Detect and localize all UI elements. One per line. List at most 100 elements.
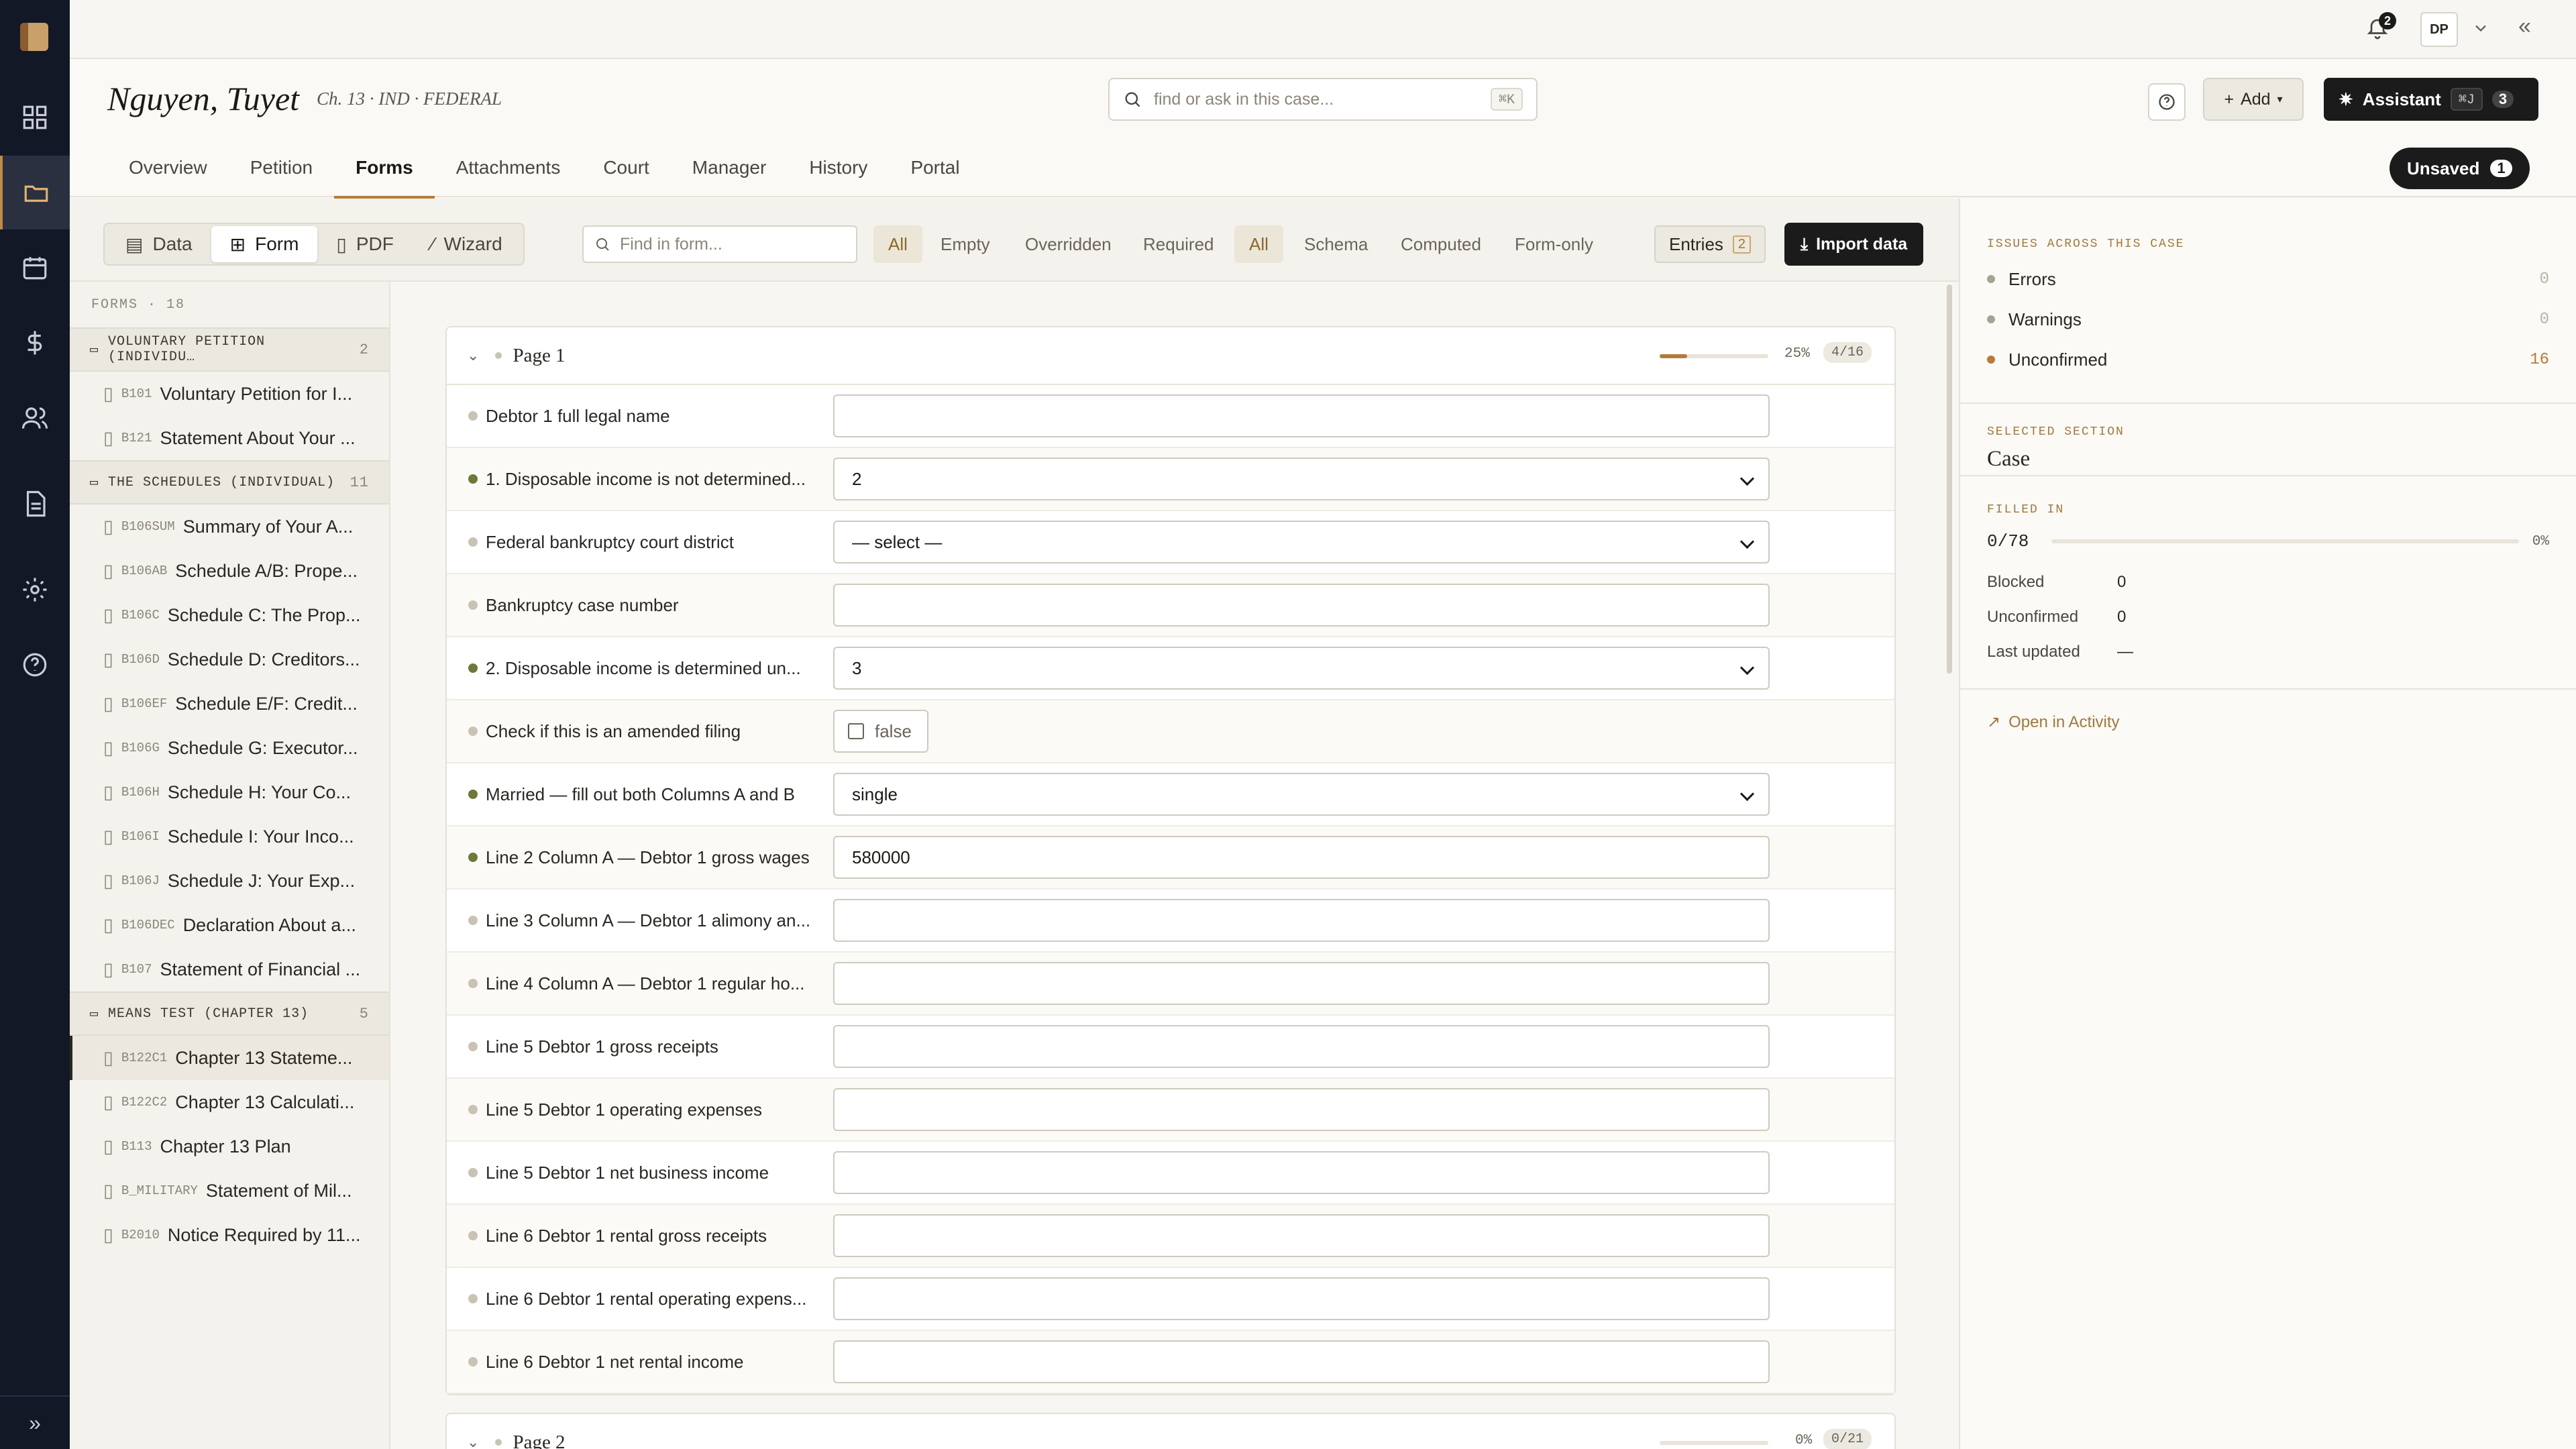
chevron-down-icon[interactable]: ⌄ (467, 347, 479, 364)
expand-rail-button[interactable]: » (0, 1395, 70, 1449)
field-select[interactable]: single (833, 773, 1770, 816)
form-code: B122C2 (121, 1095, 168, 1110)
filter-all[interactable]: All (873, 225, 922, 263)
gear-icon[interactable] (0, 553, 70, 627)
add-button[interactable]: + Add ▾ (2203, 78, 2304, 121)
calendar-icon[interactable] (0, 231, 70, 305)
page-2-progress (1660, 1441, 1768, 1445)
form-code: B_MILITARY (121, 1183, 198, 1198)
form-list-item[interactable]: ▯ B101 Voluntary Petition for I... (70, 372, 389, 416)
field-value: 3 (852, 657, 862, 678)
field-select[interactable]: 2 (833, 458, 1770, 500)
chevron-down-icon[interactable]: ⌄ (467, 1434, 479, 1449)
page-1-header[interactable]: ⌄ Page 1 25% 4/16 (447, 327, 1894, 385)
field-checkbox[interactable]: false (833, 710, 928, 753)
view-form-button[interactable]: ⊞ Form (211, 226, 318, 262)
field-input[interactable] (833, 584, 1770, 627)
field-input[interactable] (833, 1214, 1770, 1257)
content-scrollbar[interactable] (1947, 284, 1952, 674)
field-input[interactable] (833, 1088, 1770, 1131)
case-search-input[interactable]: find or ask in this case... ⌘K (1108, 78, 1538, 121)
app-logo[interactable] (20, 23, 48, 51)
help-button[interactable] (2148, 83, 2186, 121)
form-list-item[interactable]: ▯ B106EF Schedule E/F: Credit... (70, 682, 389, 726)
field-input[interactable] (833, 1151, 1770, 1194)
help-icon[interactable] (0, 628, 70, 702)
unsaved-button[interactable]: Unsaved 1 (2390, 148, 2530, 189)
file-icon: ▯ (103, 870, 113, 891)
tab-forms[interactable]: Forms (334, 138, 435, 199)
find-in-form-input[interactable]: Find in form... (582, 225, 857, 263)
issue-errors[interactable]: Errors 0 (1987, 259, 2549, 299)
import-data-button[interactable]: ⤓ Import data (1784, 223, 1924, 266)
form-group-header[interactable]: ▭ MEANS TEST (CHAPTER 13) 5 (70, 991, 389, 1036)
filter-form-only[interactable]: Form-only (1500, 225, 1608, 263)
view-wizard-button[interactable]: ⁄ Wizard (413, 226, 521, 262)
form-list-item[interactable]: ▯ B121 Statement About Your ... (70, 416, 389, 460)
issue-unconfirmed[interactable]: Unconfirmed 16 (1987, 339, 2549, 380)
form-group-header[interactable]: ▭ VOLUNTARY PETITION (INDIVIDU… 2 (70, 327, 389, 372)
form-list-item[interactable]: ▯ B106D Schedule D: Creditors... (70, 637, 389, 682)
tab-attachments[interactable]: Attachments (435, 138, 582, 197)
tab-history[interactable]: History (788, 138, 889, 197)
filter-empty[interactable]: Empty (926, 225, 1005, 263)
avatar[interactable]: DP (2420, 12, 2458, 47)
field-input[interactable]: 580000 (833, 836, 1770, 879)
filter-source-all[interactable]: All (1234, 225, 1283, 263)
collapse-panel-button[interactable]: « (2518, 13, 2531, 40)
filter-computed[interactable]: Computed (1386, 225, 1496, 263)
tab-manager[interactable]: Manager (671, 138, 788, 197)
field-select[interactable]: 3 (833, 647, 1770, 690)
tab-overview[interactable]: Overview (70, 138, 229, 197)
dollar-icon[interactable] (0, 306, 70, 380)
field-status-dot (468, 1168, 478, 1177)
form-list-item[interactable]: ▯ B106DEC Declaration About a... (70, 903, 389, 947)
field-select[interactable]: — select — (833, 521, 1770, 564)
chevron-down-icon[interactable] (2471, 19, 2490, 38)
form-group-header[interactable]: ▭ THE SCHEDULES (INDIVIDUAL) 11 (70, 460, 389, 504)
tab-portal[interactable]: Portal (889, 138, 981, 197)
filter-overridden[interactable]: Overridden (1010, 225, 1126, 263)
form-list-item[interactable]: ▯ B113 Chapter 13 Plan (70, 1124, 389, 1169)
tab-petition[interactable]: Petition (229, 138, 334, 197)
form-list-item[interactable]: ▯ B107 Statement of Financial ... (70, 947, 389, 991)
form-list-item[interactable]: ▯ B106G Schedule G: Executor... (70, 726, 389, 770)
form-list-item[interactable]: ▯ B106AB Schedule A/B: Prope... (70, 549, 389, 593)
form-list-item[interactable]: ▯ B122C2 Chapter 13 Calculati... (70, 1080, 389, 1124)
document-icon[interactable] (0, 467, 70, 541)
entries-button[interactable]: Entries 2 (1654, 225, 1766, 263)
field-input[interactable] (833, 394, 1770, 437)
form-list-item[interactable]: ▯ B106J Schedule J: Your Exp... (70, 859, 389, 903)
form-code: B101 (121, 386, 152, 401)
issue-warnings[interactable]: Warnings 0 (1987, 299, 2549, 339)
folder-icon[interactable] (0, 156, 70, 229)
dashboard-icon[interactable] (0, 80, 70, 154)
form-list-item[interactable]: ▯ B2010 Notice Required by 11... (70, 1213, 389, 1257)
form-label: Schedule H: Your Co... (167, 782, 352, 802)
users-icon[interactable] (0, 381, 70, 455)
assistant-button[interactable]: ✷ Assistant ⌘J 3 (2324, 78, 2538, 121)
form-list-item[interactable]: ▯ B106H Schedule H: Your Co... (70, 770, 389, 814)
field-input[interactable] (833, 1025, 1770, 1068)
filter-required[interactable]: Required (1128, 225, 1229, 263)
field-input[interactable] (833, 1277, 1770, 1320)
form-list-item[interactable]: ▯ B106I Schedule I: Your Inco... (70, 814, 389, 859)
form-list-item[interactable]: ▯ B122C1 Chapter 13 Stateme... (70, 1036, 389, 1080)
field-label: Line 5 Debtor 1 net business income (486, 1162, 769, 1183)
field-input[interactable] (833, 899, 1770, 942)
page-2-header[interactable]: ⌄ Page 2 0% 0/21 (447, 1414, 1894, 1449)
field-input[interactable] (833, 962, 1770, 1005)
form-list-item[interactable]: ▯ B_MILITARY Statement of Mil... (70, 1169, 389, 1213)
form-list-item[interactable]: ▯ B106C Schedule C: The Prop... (70, 593, 389, 637)
field-input[interactable] (833, 1340, 1770, 1383)
checkbox-box[interactable] (848, 723, 864, 739)
tab-court[interactable]: Court (582, 138, 670, 197)
form-list-item[interactable]: ▯ B106SUM Summary of Your A... (70, 504, 389, 549)
open-in-activity-link[interactable]: ↗ Open in Activity (1960, 690, 2576, 755)
field-label: Bankruptcy case number (486, 594, 679, 615)
filter-schema[interactable]: Schema (1289, 225, 1383, 263)
assistant-count: 3 (2491, 91, 2514, 108)
bell-icon[interactable]: 2 (2365, 12, 2396, 43)
view-data-button[interactable]: ▤ Data (107, 226, 211, 262)
view-pdf-button[interactable]: ▯ PDF (317, 226, 412, 262)
